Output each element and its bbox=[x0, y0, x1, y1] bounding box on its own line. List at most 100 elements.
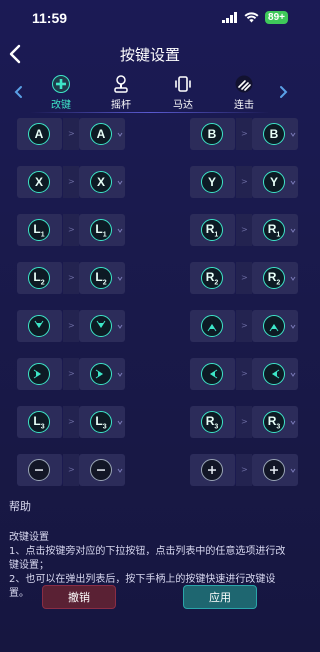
tab-label: 连击 bbox=[234, 100, 254, 111]
target-key-dropdown[interactable] bbox=[79, 358, 125, 390]
tab-remap[interactable]: 改键 bbox=[37, 74, 85, 111]
mapping-separator: > bbox=[63, 118, 79, 150]
help-line-1: 1、点击按键旁对应的下拉按钮，点击列表中的任意选项进行改键设置； bbox=[9, 546, 286, 571]
target-key-dropdown[interactable]: A bbox=[79, 118, 125, 150]
target-key-dropdown[interactable]: R2 bbox=[252, 262, 298, 294]
dropdown-arrow-icon[interactable] bbox=[290, 416, 296, 430]
key-mapping-row: > bbox=[17, 310, 125, 342]
separator-glyph: > bbox=[68, 129, 75, 138]
dropdown-arrow-icon[interactable] bbox=[117, 224, 123, 238]
separator-glyph: > bbox=[68, 417, 75, 426]
target-key-dropdown[interactable]: X bbox=[79, 166, 125, 198]
mapping-separator: > bbox=[236, 454, 252, 486]
source-key-cell: X bbox=[17, 166, 63, 198]
y-key-icon: Y bbox=[201, 171, 223, 193]
dropdown-arrow-icon[interactable] bbox=[290, 128, 296, 142]
action-bar: 撤销 应用 bbox=[0, 585, 300, 611]
separator-glyph: > bbox=[68, 369, 75, 378]
target-key-dropdown[interactable]: L3 bbox=[79, 406, 125, 438]
wifi-icon bbox=[244, 12, 259, 23]
r1-key-icon: R1 bbox=[263, 219, 285, 241]
target-key-dropdown[interactable]: Y bbox=[252, 166, 298, 198]
separator-glyph: > bbox=[241, 225, 248, 234]
tab-next-icon[interactable] bbox=[277, 84, 289, 100]
source-key-cell: A bbox=[17, 118, 63, 150]
dropdown-arrow-icon[interactable] bbox=[290, 224, 296, 238]
key-mapping-row: X X > bbox=[17, 166, 125, 198]
mapping-separator: > bbox=[236, 214, 252, 246]
dropdown-arrow-icon[interactable] bbox=[290, 272, 296, 286]
tab-label: 马达 bbox=[173, 100, 193, 111]
target-key-dropdown[interactable]: R1 bbox=[252, 214, 298, 246]
y-key-icon: Y bbox=[263, 171, 285, 193]
apply-button[interactable]: 应用 bbox=[183, 585, 257, 609]
separator-glyph: > bbox=[241, 177, 248, 186]
key-mapping-row: R1 R1 > bbox=[190, 214, 298, 246]
dropdown-arrow-icon[interactable] bbox=[117, 464, 123, 478]
target-key-dropdown[interactable]: L2 bbox=[79, 262, 125, 294]
dropdown-arrow-icon[interactable] bbox=[117, 176, 123, 190]
cancel-button[interactable]: 撤销 bbox=[42, 585, 116, 609]
dropdown-arrow-icon[interactable] bbox=[290, 320, 296, 334]
dropdown-arrow-icon[interactable] bbox=[117, 272, 123, 286]
mapping-separator: > bbox=[236, 310, 252, 342]
mapping-separator: > bbox=[63, 454, 79, 486]
mapping-separator: > bbox=[63, 214, 79, 246]
a-key-icon: A bbox=[90, 123, 112, 145]
dropdown-arrow-icon[interactable] bbox=[117, 368, 123, 382]
dropdown-arrow-icon[interactable] bbox=[290, 368, 296, 382]
status-time: 11:59 bbox=[32, 10, 68, 26]
source-key-cell bbox=[190, 310, 236, 342]
tab-joystick[interactable]: 摇杆 bbox=[97, 74, 145, 111]
target-key-dropdown[interactable] bbox=[252, 310, 298, 342]
target-key-dropdown[interactable]: R3 bbox=[252, 406, 298, 438]
target-key-dropdown[interactable]: B bbox=[252, 118, 298, 150]
l2-key-icon: L2 bbox=[28, 267, 50, 289]
r2-key-icon: R2 bbox=[201, 267, 223, 289]
signal-icon bbox=[222, 12, 238, 23]
source-key-cell: R1 bbox=[190, 214, 236, 246]
r1-key-icon: R1 bbox=[201, 219, 223, 241]
tab-turbo[interactable]: 连击 bbox=[220, 74, 268, 111]
source-key-cell bbox=[17, 454, 63, 486]
plus-key-icon bbox=[201, 459, 223, 481]
b-key-icon: B bbox=[263, 123, 285, 145]
mapping-separator: > bbox=[236, 262, 252, 294]
a-key-icon: A bbox=[28, 123, 50, 145]
source-key-cell bbox=[17, 358, 63, 390]
mapping-separator: > bbox=[236, 358, 252, 390]
separator-glyph: > bbox=[241, 273, 248, 282]
source-key-cell: L1 bbox=[17, 214, 63, 246]
dropdown-arrow-icon[interactable] bbox=[290, 464, 296, 478]
tab-prev-icon[interactable] bbox=[13, 84, 25, 100]
target-key-dropdown[interactable]: L1 bbox=[79, 214, 125, 246]
dropdown-arrow-icon[interactable] bbox=[117, 416, 123, 430]
separator-glyph: > bbox=[68, 321, 75, 330]
key-mapping-row: > bbox=[190, 454, 298, 486]
target-key-dropdown[interactable] bbox=[79, 310, 125, 342]
vibration-motor-icon bbox=[175, 76, 191, 92]
target-key-dropdown[interactable] bbox=[79, 454, 125, 486]
l2-key-icon: L2 bbox=[90, 267, 112, 289]
source-key-cell: B bbox=[190, 118, 236, 150]
dropdown-arrow-icon[interactable] bbox=[117, 128, 123, 142]
tab-motor[interactable]: 马达 bbox=[159, 74, 207, 111]
dropdown-arrow-icon[interactable] bbox=[290, 176, 296, 190]
gamepad-remap-icon bbox=[52, 75, 70, 93]
mapping-separator: > bbox=[236, 118, 252, 150]
right-key-icon bbox=[90, 363, 112, 385]
target-key-dropdown[interactable] bbox=[252, 454, 298, 486]
mapping-separator: > bbox=[63, 406, 79, 438]
l1-key-icon: L1 bbox=[28, 219, 50, 241]
header: 按键设置 bbox=[0, 36, 300, 72]
mapping-separator: > bbox=[63, 262, 79, 294]
dropdown-arrow-icon[interactable] bbox=[117, 320, 123, 334]
tab-bar: 改键 摇杆 马达 连击 bbox=[0, 72, 300, 113]
r2-key-icon: R2 bbox=[263, 267, 285, 289]
key-mapping-row: > bbox=[190, 358, 298, 390]
separator-glyph: > bbox=[68, 225, 75, 234]
separator-glyph: > bbox=[68, 465, 75, 474]
left-key-icon bbox=[263, 363, 285, 385]
x-key-icon: X bbox=[28, 171, 50, 193]
target-key-dropdown[interactable] bbox=[252, 358, 298, 390]
